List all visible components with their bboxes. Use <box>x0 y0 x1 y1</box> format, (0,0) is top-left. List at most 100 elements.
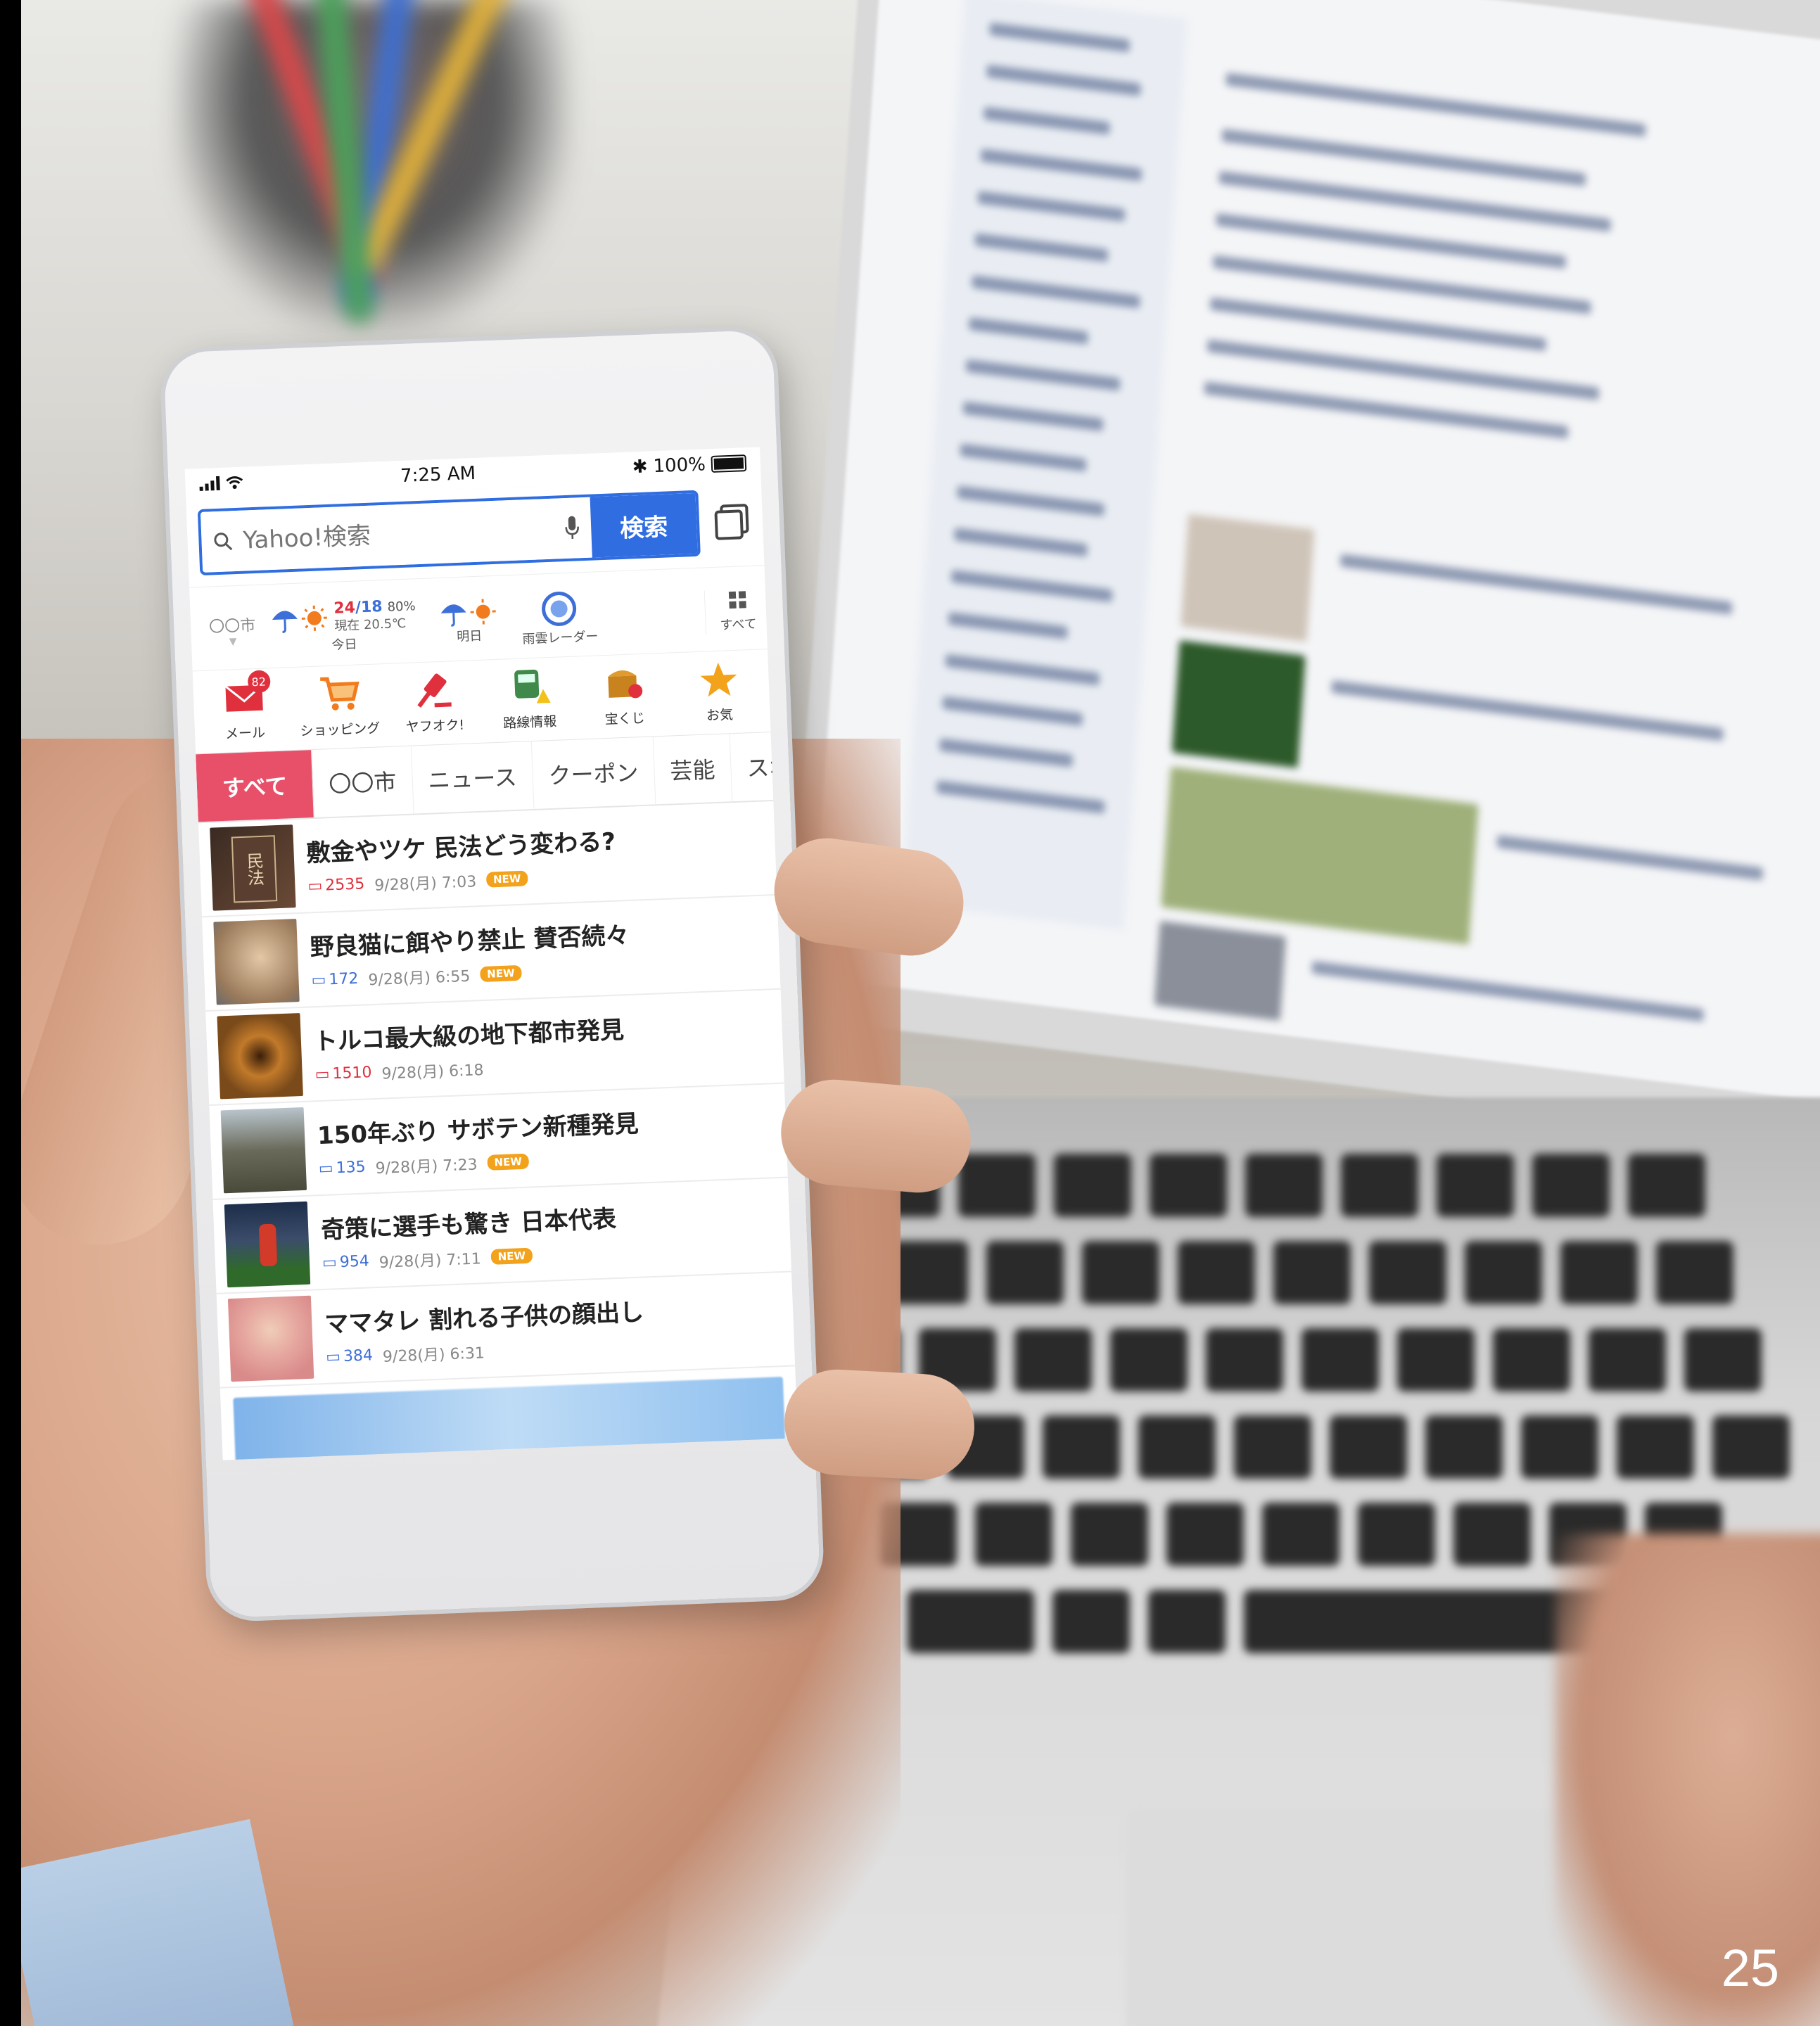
comment-count: ▭ 954 <box>322 1252 370 1272</box>
news-date: 9/28(月) 6:55 <box>367 967 471 989</box>
laptop-sidebar <box>900 0 1188 931</box>
bluetooth-icon: ✱ <box>632 456 649 478</box>
news-date: 9/28(月) 6:18 <box>381 1061 484 1083</box>
comment-icon: ▭ <box>322 1254 338 1273</box>
news-title: ママタレ 割れる子供の顔出し <box>324 1298 644 1339</box>
umbrella-icon <box>441 604 466 627</box>
laptop-screen <box>787 0 1820 1147</box>
weather-radar[interactable]: 雨雲レーダー <box>521 588 599 647</box>
weather-city-name: 〇〇市 <box>208 617 256 637</box>
chevron-down-icon: ▼ <box>229 636 237 648</box>
today-current-temp: 現在 20.5℃ <box>333 616 407 634</box>
sun-icon <box>301 605 327 631</box>
new-badge: NEW <box>490 1247 533 1265</box>
news-thumbnail <box>224 1201 311 1288</box>
comment-count: ▭ 1510 <box>314 1064 372 1083</box>
left-border <box>0 0 21 2026</box>
comment-icon: ▭ <box>307 877 323 896</box>
wifi-icon <box>226 476 243 490</box>
comment-icon: ▭ <box>318 1159 334 1178</box>
gavel-icon <box>416 673 452 708</box>
service-transit[interactable]: 路線情報 <box>481 664 578 733</box>
signal-icon <box>199 476 220 491</box>
laptop-display <box>810 0 1820 1105</box>
service-label: ヤフオク! <box>405 717 465 735</box>
today-high: 24 <box>333 599 356 618</box>
tab-entertainment[interactable]: 芸能 <box>653 734 733 805</box>
microphone-icon[interactable] <box>564 512 580 544</box>
tab-sports[interactable]: スポー <box>730 730 798 802</box>
news-thumbnail <box>220 1107 307 1194</box>
new-badge: NEW <box>487 1153 530 1171</box>
search-icon <box>214 533 233 551</box>
weather-tomorrow[interactable]: 明日 <box>439 597 498 646</box>
search-button[interactable]: 検索 <box>590 492 698 558</box>
weather-today[interactable]: 24/18 80% 現在 20.5℃ 今日 <box>270 597 417 656</box>
radar-label: 雨雲レーダー <box>522 629 599 647</box>
search-input[interactable] <box>241 514 556 556</box>
hand-finger <box>782 1367 977 1482</box>
service-label: ショッピング <box>300 720 381 739</box>
status-time: 7:25 AM <box>400 462 476 487</box>
all-label: すべて <box>720 616 758 633</box>
comment-count: ▭ 2535 <box>307 875 365 895</box>
sun-icon <box>470 599 497 625</box>
weather-all[interactable]: すべて <box>704 588 758 635</box>
service-label: 宝くじ <box>604 710 646 728</box>
grid-icon <box>728 591 746 609</box>
news-date: 9/28(月) 7:03 <box>374 872 477 895</box>
tab-coupon[interactable]: クーポン <box>531 737 656 810</box>
phone-screen: 7:25 AM ✱ 100% 検索 〇〇市 ▼ <box>184 447 798 1460</box>
news-title: 野良猫に餌やり禁止 賛否続々 <box>310 921 630 962</box>
news-thumbnail <box>213 919 300 1005</box>
tab-all[interactable]: すべて <box>196 750 315 822</box>
comment-number: 172 <box>328 969 359 989</box>
comment-number: 135 <box>336 1158 367 1178</box>
news-title: 150年ぶり サボテン新種発見 <box>317 1109 639 1150</box>
news-title: 敷金やツケ 民法どう変わる? <box>305 827 616 867</box>
service-mail[interactable]: 82 メール <box>196 670 293 744</box>
service-label: 路線情報 <box>502 713 557 732</box>
news-date: 9/28(月) 7:23 <box>375 1155 478 1178</box>
comment-count: ▭ 172 <box>311 970 359 990</box>
search-field <box>200 497 592 573</box>
book-cover: 民法 <box>231 835 278 903</box>
comment-icon: ▭ <box>314 1065 331 1084</box>
news-list: 民法 敷金やツケ 民法どう変わる? ▭ 2535 9/28(月) 7:03 NEW… <box>198 801 798 1460</box>
comment-icon: ▭ <box>325 1348 341 1366</box>
laptop-news-panel <box>1185 50 1820 548</box>
typing-hand <box>1555 1534 1820 2026</box>
player-figure <box>258 1223 278 1267</box>
comment-number: 384 <box>343 1346 374 1365</box>
comment-number: 954 <box>339 1252 370 1272</box>
tab-news[interactable]: ニュース <box>411 741 535 814</box>
today-rain-chance: 80% <box>387 598 416 615</box>
tabs-icon[interactable] <box>713 502 752 542</box>
battery-icon <box>711 454 747 473</box>
radar-icon <box>542 591 577 626</box>
news-date: 9/28(月) 6:31 <box>382 1344 485 1366</box>
smartphone: 7:25 AM ✱ 100% 検索 〇〇市 ▼ <box>159 325 825 1623</box>
service-lottery[interactable]: 宝くじ <box>575 660 673 729</box>
weather-city[interactable]: 〇〇市 ▼ <box>201 613 265 649</box>
shopping-cart-icon <box>319 677 359 711</box>
umbrella-icon <box>272 611 298 634</box>
star-icon <box>699 662 737 697</box>
page-number: 25 <box>1721 1939 1779 1997</box>
tab-city[interactable]: 〇〇市 <box>312 746 414 817</box>
service-shopping[interactable]: ショッピング <box>291 671 388 740</box>
service-label: メール <box>224 725 266 742</box>
news-title: 奇策に選手も驚き 日本代表 <box>320 1204 617 1244</box>
news-thumbnail <box>217 1013 303 1100</box>
comment-icon: ▭ <box>311 971 326 990</box>
news-thumbnail: 民法 <box>210 824 296 911</box>
new-badge: NEW <box>479 964 522 982</box>
search-box: 検索 <box>197 490 701 575</box>
ad-banner[interactable] <box>233 1377 787 1460</box>
service-auction[interactable]: ヤフオク! <box>386 668 483 737</box>
news-thumbnail <box>227 1295 314 1382</box>
new-badge: NEW <box>485 869 528 888</box>
comment-number: 2535 <box>324 875 365 895</box>
train-icon <box>514 669 551 703</box>
service-favorites[interactable]: お気 <box>670 656 768 725</box>
